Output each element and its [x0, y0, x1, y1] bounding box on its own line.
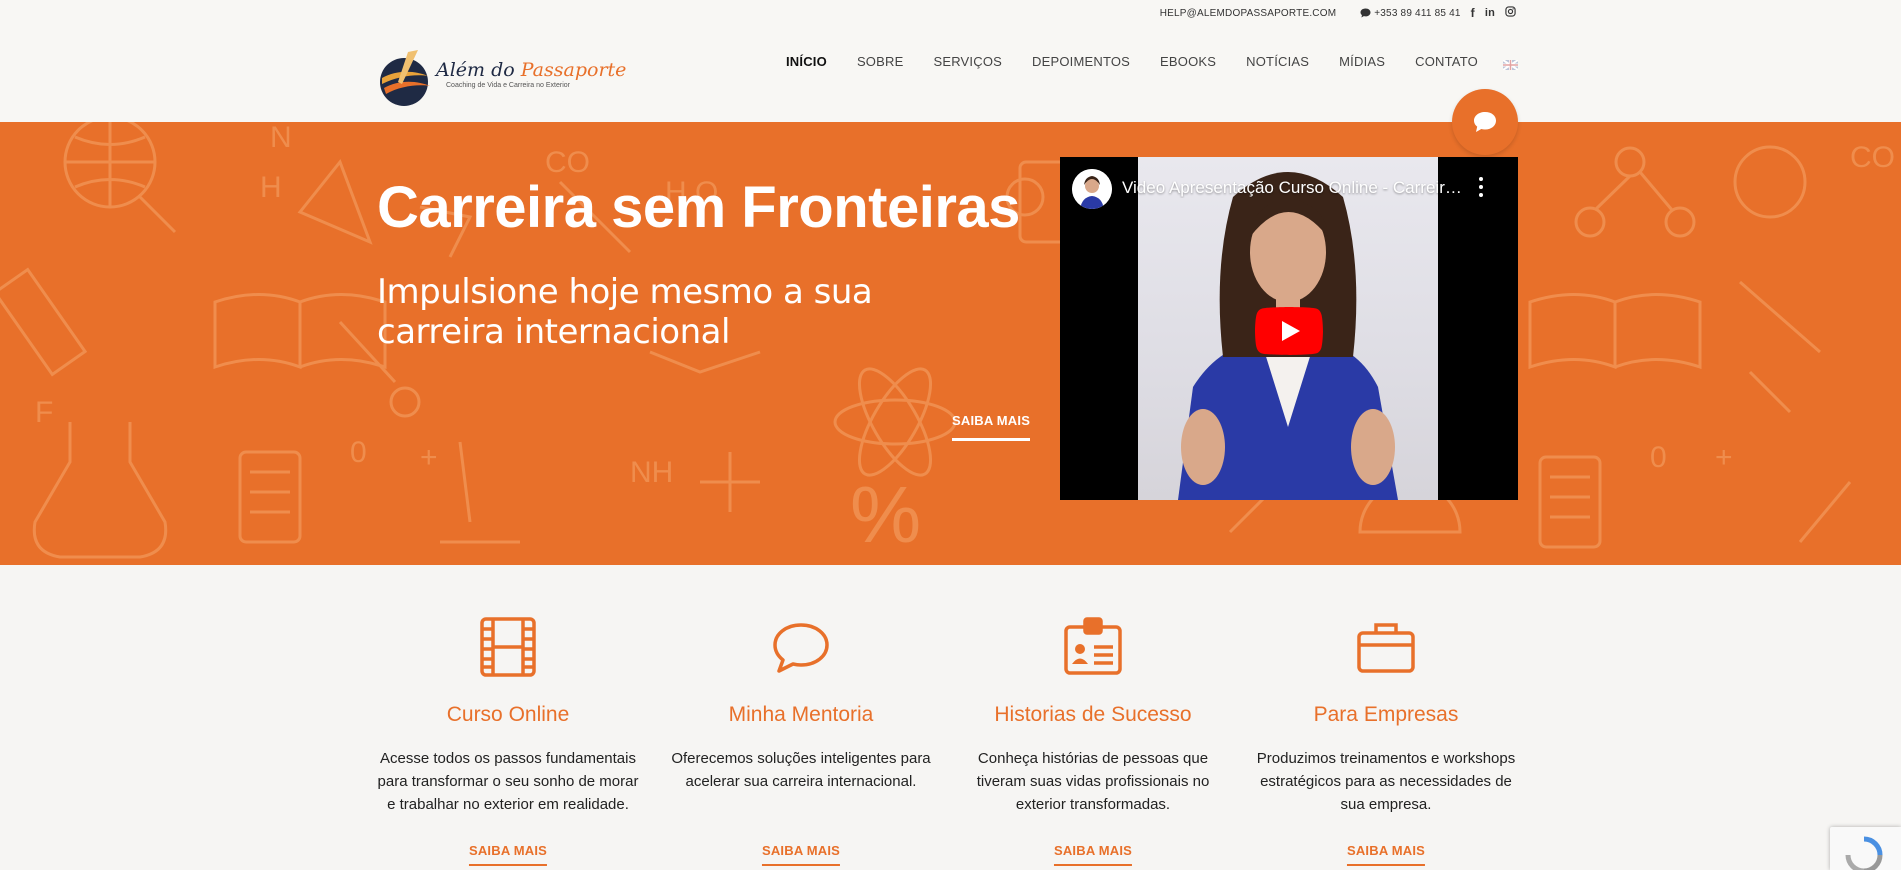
svg-text:+: + [420, 441, 438, 474]
recaptcha-badge[interactable] [1830, 827, 1901, 870]
svg-text:0: 0 [1650, 441, 1667, 474]
saiba-mais-link[interactable]: SAIBA MAIS [468, 843, 548, 866]
feature-title[interactable]: Historias de Sucesso [957, 703, 1229, 727]
id-badge-icon [1063, 617, 1123, 677]
feature-description: Produzimos treinamentos e workshops estr… [1256, 750, 1516, 813]
phone-number: +353 89 411 85 41 [1374, 7, 1461, 19]
hero-subtitle: Impulsione hoje mesmo a sua carreira int… [377, 272, 873, 352]
nav-item-sobre[interactable]: SOBRE [857, 54, 904, 69]
svg-text:+: + [1715, 441, 1733, 474]
brand-tagline: Coaching de Vida e Carreira no Exterior [446, 82, 570, 89]
feature-description: Conheça histórias de pessoas que tiveram… [976, 750, 1210, 813]
chat-icon [1360, 8, 1371, 18]
logo-text: Além do Passaporte Coaching de Vida e Ca… [436, 59, 626, 89]
nav-item-midias[interactable]: MÍDIAS [1339, 54, 1385, 69]
svg-text:CO: CO [1850, 141, 1895, 174]
saiba-mais-link[interactable]: SAIBA MAIS [1053, 843, 1133, 866]
speech-bubble-icon [771, 617, 831, 677]
feature-description: Oferecemos soluções inteligentes para ac… [671, 750, 931, 790]
contact-bar: HELP@ALEMDOPASSAPORTE.COM +353 89 411 85… [1160, 6, 1516, 20]
brand-title: Além do Passaporte [436, 59, 627, 81]
saiba-mais-link[interactable]: SAIBA MAIS [1346, 843, 1426, 866]
feature-title[interactable]: Minha Mentoria [665, 703, 937, 727]
logo[interactable]: Além do Passaporte Coaching de Vida e Ca… [378, 34, 626, 114]
channel-avatar[interactable] [1072, 169, 1112, 209]
nav-item-inicio[interactable]: INÍCIO [786, 54, 827, 69]
svg-text:NH: NH [630, 456, 673, 489]
nav-item-ebooks[interactable]: EBOOKS [1160, 54, 1216, 69]
instagram-icon[interactable] [1505, 6, 1516, 20]
svg-text:N: N [270, 122, 292, 154]
main-nav: INÍCIO SOBRE SERVIÇOS DEPOIMENTOS EBOOKS… [786, 54, 1519, 71]
linkedin-icon[interactable]: in [1485, 7, 1495, 19]
uk-flag-icon[interactable] [1502, 57, 1519, 71]
svg-text:H: H [260, 171, 282, 204]
play-button-icon[interactable] [1255, 307, 1323, 355]
features-section: Curso Online Acesse todos os passos fund… [0, 565, 1901, 870]
saiba-mais-link[interactable]: SAIBA MAIS [761, 843, 841, 866]
site-header: Além do Passaporte Coaching de Vida e Ca… [0, 26, 1901, 122]
chat-button[interactable] [1452, 89, 1518, 155]
svg-text:F: F [35, 396, 53, 429]
svg-text:%: % [850, 470, 921, 559]
hero-section: CO H O N 0 + F NH % 0 + CO H Carreira se… [0, 122, 1901, 565]
nav-item-servicos[interactable]: SERVIÇOS [933, 54, 1002, 69]
feature-title[interactable]: Para Empresas [1250, 703, 1522, 727]
briefcase-icon [1356, 617, 1416, 677]
film-icon [478, 617, 538, 677]
video-player[interactable]: Video Apresentação Curso Online - Carrei… [1060, 157, 1518, 500]
logo-mark-icon [378, 48, 430, 106]
email-link[interactable]: HELP@ALEMDOPASSAPORTE.COM [1160, 8, 1337, 19]
facebook-icon[interactable]: f [1471, 6, 1475, 20]
phone-link[interactable]: +353 89 411 85 41 [1360, 8, 1460, 19]
feature-description: Acesse todos os passos fundamentais para… [377, 750, 639, 813]
nav-item-noticias[interactable]: NOTÍCIAS [1246, 54, 1309, 69]
nav-item-depoimentos[interactable]: DEPOIMENTOS [1032, 54, 1130, 69]
top-bar: HELP@ALEMDOPASSAPORTE.COM +353 89 411 85… [0, 0, 1901, 26]
recaptcha-icon [1845, 836, 1883, 870]
nav-item-contato[interactable]: CONTATO [1415, 54, 1478, 69]
video-title[interactable]: Video Apresentação Curso Online - Carrei… [1122, 178, 1462, 198]
svg-text:0: 0 [350, 436, 367, 469]
hero-title: Carreira sem Fronteiras [377, 175, 1020, 240]
feature-title[interactable]: Curso Online [372, 703, 644, 727]
hero-saiba-mais-button[interactable]: SAIBA MAIS [952, 413, 1031, 441]
more-options-icon[interactable] [1478, 177, 1484, 197]
chat-icon [1474, 112, 1496, 132]
